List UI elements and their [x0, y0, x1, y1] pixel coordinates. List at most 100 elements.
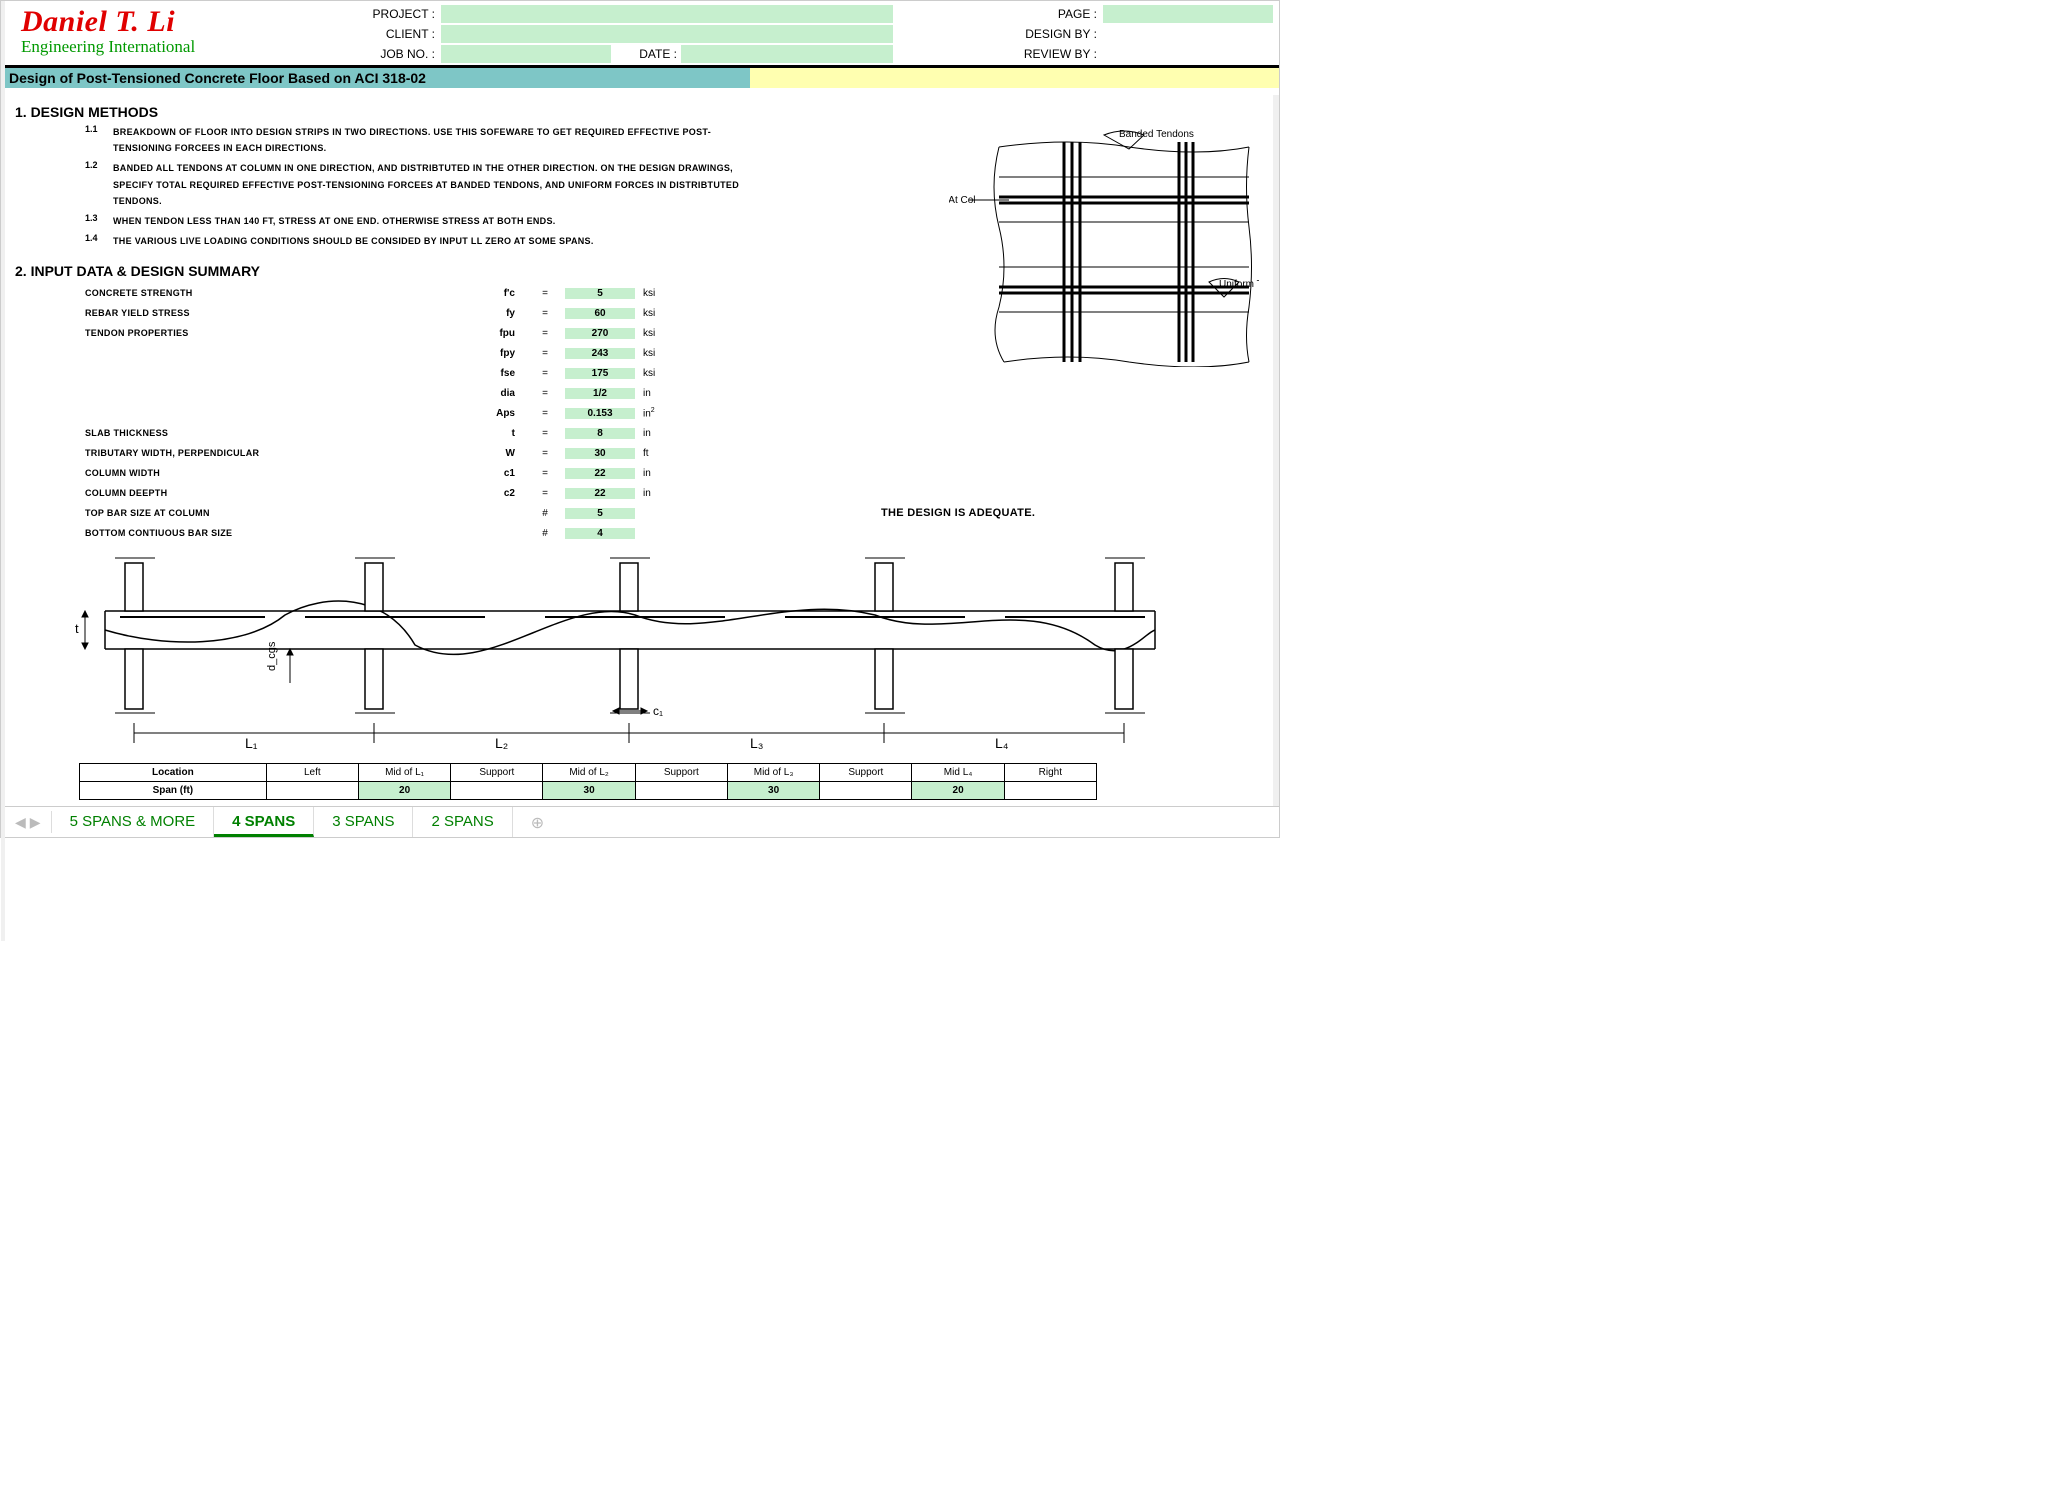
adequate-msg: THE DESIGN IS ADEQUATE.	[881, 507, 1035, 519]
input-label: REBAR YIELD STRESS	[85, 308, 465, 318]
input-label: TOP BAR SIZE AT COLUMN	[85, 508, 465, 518]
span-table-header: Support	[635, 764, 727, 782]
input-row: COLUMN DEEPTHc2=22in	[85, 483, 1269, 503]
page-label: PAGE :	[953, 7, 1103, 21]
sheet-tab[interactable]: 5 SPANS & MORE	[52, 807, 215, 837]
input-row: BOTTOM CONTIUOUS BAR SIZE#4	[85, 523, 1269, 543]
input-value[interactable]: 5	[565, 288, 635, 299]
header: Daniel T. Li Engineering International P…	[5, 1, 1279, 68]
tab-prev-icon[interactable]: ◀	[15, 814, 26, 831]
input-symbol: c2	[465, 488, 525, 499]
uniform-label: Uniform Tendons	[1219, 279, 1259, 290]
input-unit: ksi	[635, 348, 685, 359]
input-unit: in	[635, 488, 685, 499]
input-symbol: dia	[465, 388, 525, 399]
jobno-label: JOB NO. :	[321, 47, 441, 61]
dm-num: 1.3	[85, 213, 113, 229]
input-value[interactable]: 60	[565, 308, 635, 319]
span-table-header: Left	[266, 764, 358, 782]
input-label: COLUMN WIDTH	[85, 468, 465, 478]
span-table-header: Right	[1004, 764, 1096, 782]
client-label: CLIENT :	[321, 27, 441, 41]
span-cell	[1004, 782, 1096, 800]
client-input[interactable]	[441, 25, 893, 43]
input-eq: =	[525, 328, 565, 339]
input-value[interactable]: 0.153	[565, 408, 635, 419]
input-value[interactable]: 8	[565, 428, 635, 439]
input-unit: ksi	[635, 288, 685, 299]
jobno-input[interactable]	[441, 45, 611, 63]
date-label: DATE :	[611, 47, 681, 61]
span-table-header: Mid of L₂	[543, 764, 635, 782]
sheet-tab[interactable]: 4 SPANS	[214, 807, 314, 837]
input-symbol: f'c	[465, 288, 525, 299]
input-symbol: t	[465, 428, 525, 439]
dm-text: BREAKDOWN OF FLOOR INTO DESIGN STRIPS IN…	[113, 124, 745, 156]
L4-label: L₄	[995, 735, 1009, 751]
tab-next-icon[interactable]: ▶	[30, 814, 41, 831]
span-elevation-diagram: t d_cgs c₁ L₁ L₂ L₃ L₄	[65, 553, 1185, 758]
dm-text: THE VARIOUS LIVE LOADING CONDITIONS SHOU…	[113, 233, 745, 249]
input-eq: =	[525, 348, 565, 359]
span-cell[interactable]: 20	[358, 782, 450, 800]
input-eq: =	[525, 388, 565, 399]
sheet-tab[interactable]: 2 SPANS	[413, 807, 512, 837]
input-unit: ksi	[635, 308, 685, 319]
input-symbol: fy	[465, 308, 525, 319]
span-cell[interactable]: 30	[543, 782, 635, 800]
mintwo-label: Min Two At Col	[949, 195, 976, 206]
input-unit: ksi	[635, 328, 685, 339]
span-cell[interactable]: 30	[727, 782, 819, 800]
left-gutter	[1, 1, 5, 941]
input-value[interactable]: 22	[565, 468, 635, 479]
L1-label: L₁	[245, 735, 258, 751]
dcgs-label: d_cgs	[266, 641, 278, 671]
input-value[interactable]: 1/2	[565, 388, 635, 399]
input-value[interactable]: 270	[565, 328, 635, 339]
span-cell[interactable]: 20	[912, 782, 1004, 800]
input-label: CONCRETE STRENGTH	[85, 288, 465, 298]
input-value[interactable]: 243	[565, 348, 635, 359]
input-value[interactable]: 4	[565, 528, 635, 539]
input-eq: =	[525, 308, 565, 319]
sheet-tab-bar: ◀ ▶ 5 SPANS & MORE4 SPANS3 SPANS2 SPANS …	[5, 806, 1279, 837]
span-table-header: Mid of L₁	[358, 764, 450, 782]
section1-heading: 1. DESIGN METHODS	[15, 104, 1269, 120]
input-row: TOP BAR SIZE AT COLUMN#5	[85, 503, 1269, 523]
input-unit: in	[635, 388, 685, 399]
input-row: Aps=0.153in2	[85, 403, 1269, 423]
input-symbol: Aps	[465, 408, 525, 419]
dm-num: 1.4	[85, 233, 113, 249]
add-sheet-button[interactable]: ⊕	[513, 807, 562, 837]
page-input[interactable]	[1103, 5, 1273, 23]
scrollbar-right[interactable]	[1273, 95, 1279, 806]
input-value[interactable]: 5	[565, 508, 635, 519]
input-label: TRIBUTARY WIDTH, PERPENDICULAR	[85, 448, 465, 458]
reviewby-input[interactable]	[1103, 45, 1273, 63]
banded-label: Banded Tendons	[1119, 129, 1194, 140]
input-unit: ksi	[635, 368, 685, 379]
input-row: SLAB THICKNESSt=8in	[85, 423, 1269, 443]
input-symbol: c1	[465, 468, 525, 479]
input-row: dia=1/2in	[85, 383, 1269, 403]
span-table-header: Mid L₄	[912, 764, 1004, 782]
date-input[interactable]	[681, 45, 893, 63]
L3-label: L₃	[750, 735, 764, 751]
span-cell	[820, 782, 912, 800]
input-value[interactable]: 22	[565, 488, 635, 499]
design-method-item: 1.2BANDED ALL TENDONS AT COLUMN IN ONE D…	[85, 160, 745, 209]
project-input[interactable]	[441, 5, 893, 23]
logo-block: Daniel T. Li Engineering International	[21, 5, 321, 57]
input-symbol: W	[465, 448, 525, 459]
span-table-header: Support	[451, 764, 543, 782]
dm-num: 1.2	[85, 160, 113, 209]
input-value[interactable]: 175	[565, 368, 635, 379]
input-value[interactable]: 30	[565, 448, 635, 459]
L2-label: L₂	[495, 735, 508, 751]
input-eq: =	[525, 408, 565, 419]
sheet-title: Design of Post-Tensioned Concrete Floor …	[5, 68, 750, 88]
span-table: LocationLeftMid of L₁SupportMid of L₂Sup…	[79, 763, 1097, 800]
input-row: TRIBUTARY WIDTH, PERPENDICULARW=30ft	[85, 443, 1269, 463]
designby-input[interactable]	[1103, 25, 1273, 43]
sheet-tab[interactable]: 3 SPANS	[314, 807, 413, 837]
